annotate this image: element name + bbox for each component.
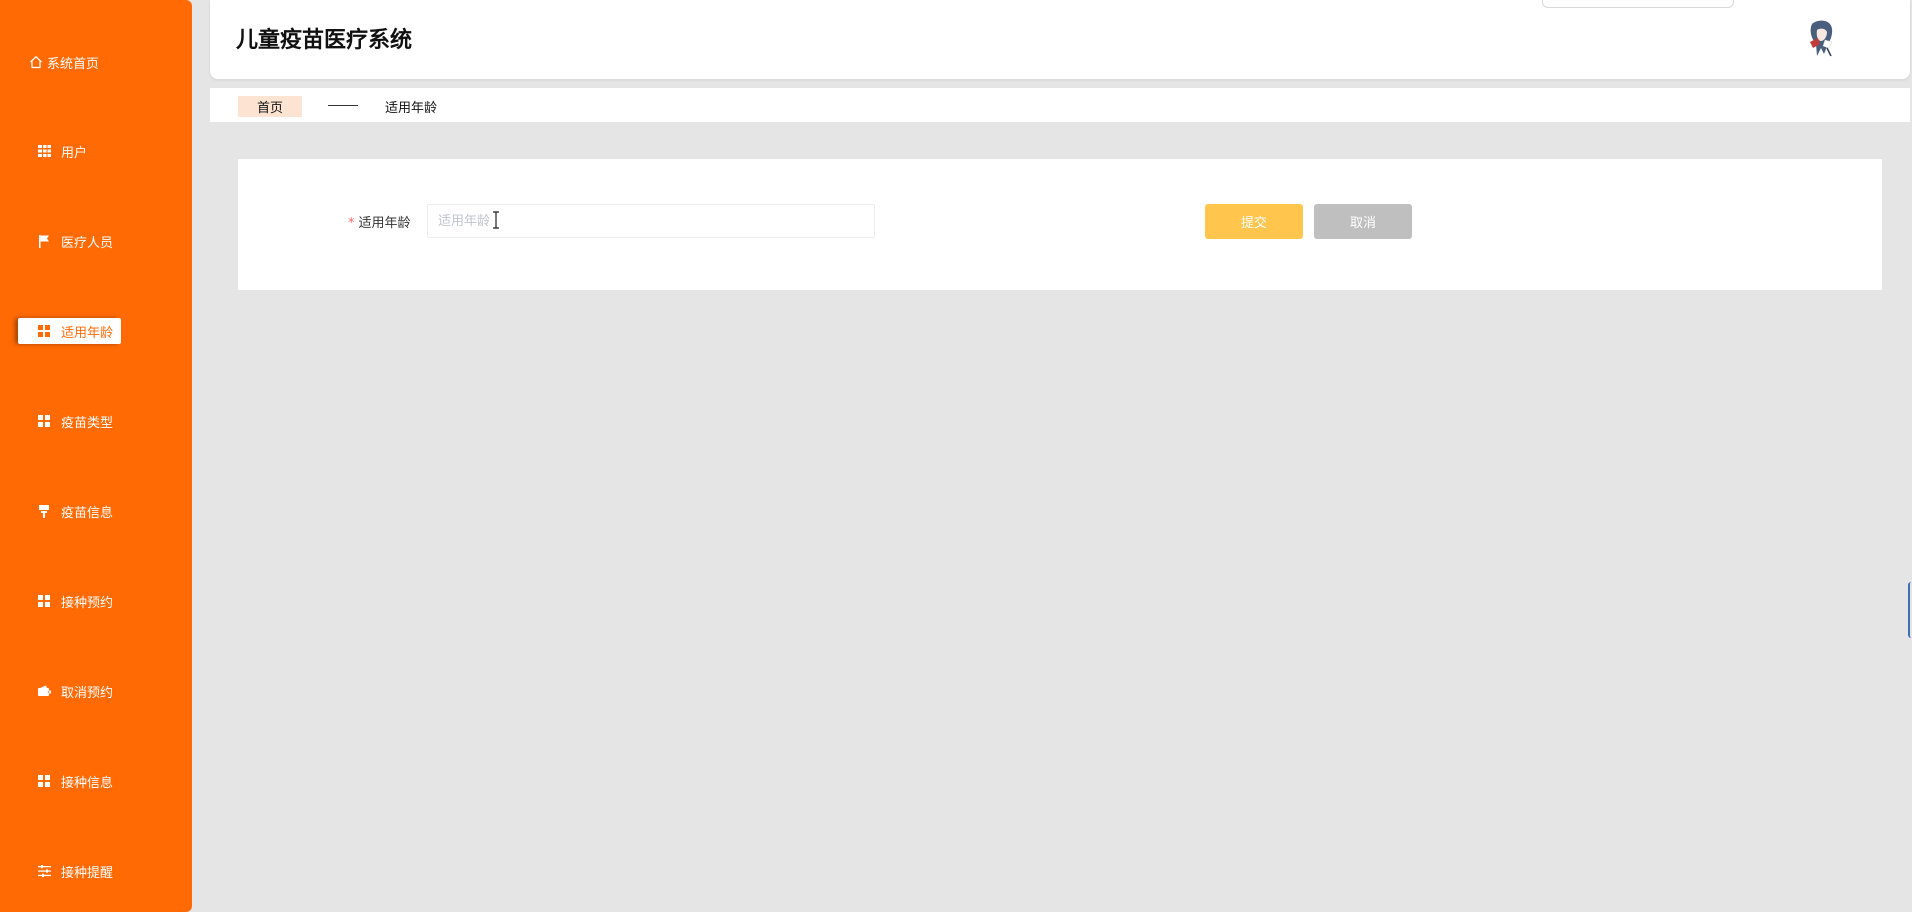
sidebar-item-label: 取消预约 [61, 685, 114, 701]
required-mark: * [348, 216, 355, 231]
flag-icon [36, 233, 52, 249]
sidebar-item-vaccine-type[interactable]: 疫苗类型 [0, 406, 192, 436]
sliders-icon [36, 863, 52, 879]
sidebar-item-label: 疫苗类型 [61, 415, 114, 431]
sidebar-item-label: 适用年龄 [61, 325, 114, 341]
sidebar: 系统首页 用户 医疗人员 适用年龄 疫苗类型 疫苗信息 接种预约 取消预约 接种… [0, 0, 192, 912]
sidebar-item-vaccination-info[interactable]: 接种信息 [0, 766, 192, 796]
breadcrumb-current: 适用年龄 [385, 101, 438, 116]
sidebar-item-label: 接种预约 [61, 595, 114, 611]
app-title: 儿童疫苗医疗系统 [236, 28, 413, 53]
home-icon [28, 54, 44, 70]
cancel-button[interactable]: 取消 [1314, 204, 1412, 239]
sidebar-item-vaccination-booking[interactable]: 接种预约 [0, 586, 192, 616]
sidebar-item-label: 接种信息 [61, 775, 114, 791]
breadcrumb-home[interactable]: 首页 [238, 96, 302, 117]
sidebar-item-label: 医疗人员 [61, 235, 114, 251]
top-header: 儿童疫苗医疗系统 [210, 0, 1910, 79]
sidebar-item-vaccine-info[interactable]: 疫苗信息 [0, 496, 192, 526]
sidebar-item-label: 接种提醒 [61, 865, 114, 881]
sidebar-item-label: 系统首页 [47, 56, 100, 72]
text-cursor-icon [493, 211, 499, 229]
grid-icon [36, 323, 52, 339]
breadcrumb: 首页 适用年龄 [210, 88, 1910, 122]
form-card: *适用年龄 提交 取消 [238, 159, 1882, 290]
sidebar-item-vaccination-reminder[interactable]: 接种提醒 [0, 856, 192, 886]
grid-icon [36, 143, 52, 159]
sidebar-item-home[interactable]: 系统首页 [0, 47, 192, 77]
wallet-icon [36, 683, 52, 699]
top-dropdown-edge [1542, 0, 1734, 8]
sidebar-item-medical-staff[interactable]: 医疗人员 [0, 226, 192, 256]
brush-icon [36, 503, 52, 519]
sidebar-item-label: 用户 [61, 145, 88, 161]
grid-icon [36, 413, 52, 429]
grid-icon [36, 593, 52, 609]
scrollbar-edge[interactable] [1908, 582, 1912, 638]
field-label-text: 适用年龄 [358, 216, 411, 231]
sidebar-item-applicable-age[interactable]: 适用年龄 [0, 316, 192, 346]
grid-icon [36, 773, 52, 789]
applicable-age-label: * 适用年龄 [348, 212, 411, 231]
avatar[interactable] [1804, 18, 1840, 58]
sidebar-item-label: 疫苗信息 [61, 505, 114, 521]
sidebar-item-users[interactable]: 用户 [0, 136, 192, 166]
breadcrumb-separator [328, 105, 358, 106]
sidebar-item-cancel-booking[interactable]: 取消预约 [0, 676, 192, 706]
submit-button[interactable]: 提交 [1205, 204, 1303, 239]
